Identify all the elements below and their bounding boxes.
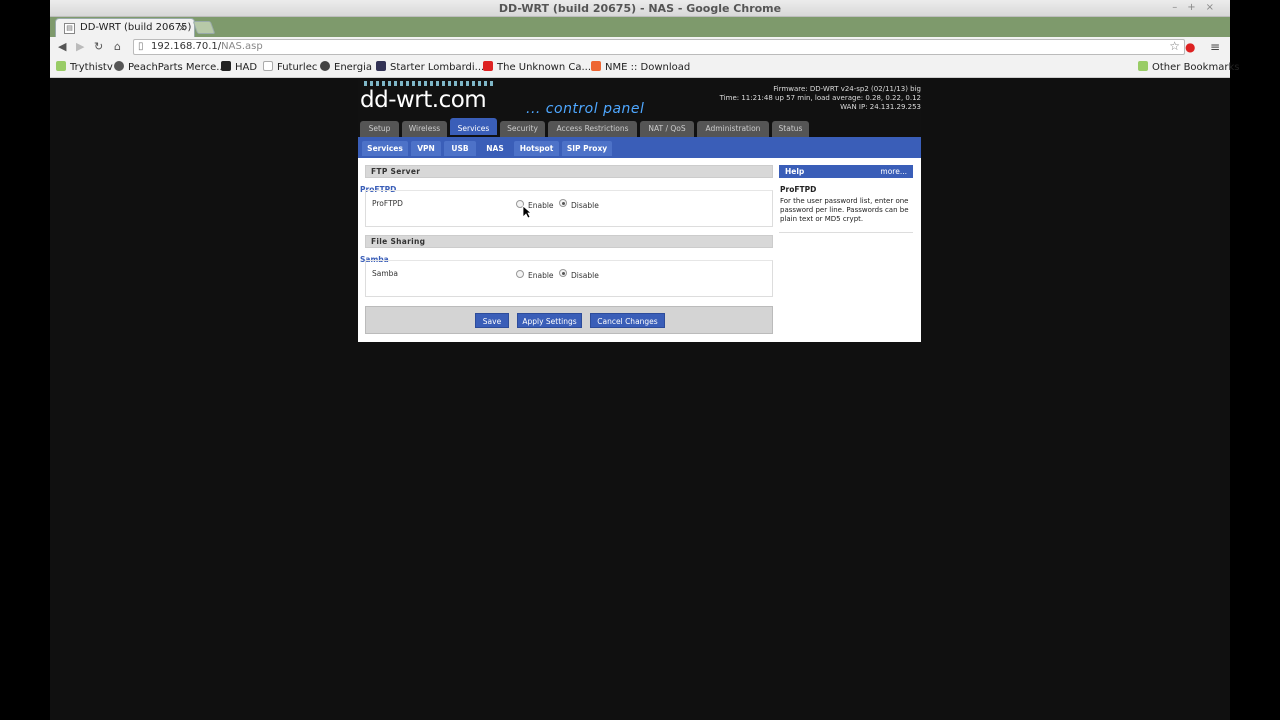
tab-wireless[interactable]: Wireless [402, 121, 447, 137]
router-info: Firmware: DD-WRT v24-sp2 (02/11/13) big … [720, 85, 921, 112]
cancel-changes-button[interactable]: Cancel Changes [590, 313, 665, 328]
ddwrt-logo: dd-wrt.com [360, 81, 496, 113]
sub-tabs: Services VPN USB NAS Hotspot SIP Proxy [358, 137, 921, 158]
back-icon[interactable]: ◀ [58, 40, 66, 53]
peach-icon [114, 61, 124, 71]
tab-security[interactable]: Security [500, 121, 545, 137]
forward-icon[interactable]: ▶ [76, 40, 84, 53]
starter-icon [376, 61, 386, 71]
tab-access-restrictions[interactable]: Access Restrictions [548, 121, 637, 137]
section-header: File Sharing [365, 235, 773, 248]
menu-icon[interactable]: ≡ [1210, 40, 1220, 54]
radio-label: Enable [528, 271, 554, 280]
proftpd-disable-radio[interactable] [559, 199, 567, 207]
bookmark-star-icon[interactable]: ☆ [1169, 39, 1180, 53]
tab-status[interactable]: Status [772, 121, 809, 137]
help-topic: ProFTPD [780, 185, 817, 194]
help-text: For the user password list, enter one pa… [780, 197, 909, 223]
subtab-usb[interactable]: USB [444, 141, 476, 156]
ddwrt-panel: dd-wrt.com ... control panel Firmware: D… [358, 79, 921, 342]
button-bar: Save Apply Settings Cancel Changes [365, 306, 773, 334]
page-icon: ▯ [138, 41, 144, 52]
folder-icon [56, 61, 66, 71]
reload-icon[interactable]: ↻ [94, 40, 103, 53]
bookmark-item[interactable]: Trythistv [56, 61, 113, 73]
close-tab-icon[interactable]: × [178, 21, 187, 34]
page-icon: ▤ [64, 23, 75, 34]
other-bookmarks[interactable]: Other Bookmarks [1138, 61, 1239, 73]
window-controls[interactable]: –+× [1172, 2, 1224, 13]
divider [779, 232, 913, 233]
subtab-services[interactable]: Services [362, 141, 408, 156]
samba-label: Samba [372, 269, 399, 278]
browser-window: DD-WRT (build 20675) - NAS - Google Chro… [50, 0, 1239, 720]
ddwrt-header: dd-wrt.com ... control panel Firmware: D… [358, 79, 921, 137]
tab-administration[interactable]: Administration [697, 121, 769, 137]
bookmark-item[interactable]: HAD [221, 61, 257, 73]
home-icon[interactable]: ⌂ [114, 40, 121, 53]
radio-label: Disable [571, 201, 599, 210]
bookmark-item[interactable]: Futurlec [263, 61, 317, 73]
window-title: DD-WRT (build 20675) - NAS - Google Chro… [498, 2, 782, 15]
url-host: 192.168.70.1/ [151, 41, 222, 52]
new-tab-button[interactable] [192, 21, 216, 34]
content-area: FTP Server ProFTPD ProFTPD Enable Disabl… [358, 158, 921, 342]
window-titlebar: DD-WRT (build 20675) - NAS - Google Chro… [50, 0, 1230, 17]
samba-disable-radio[interactable] [559, 269, 567, 277]
subtab-sip-proxy[interactable]: SIP Proxy [562, 141, 612, 156]
bookmark-item[interactable]: Starter Lombardi... [376, 61, 484, 73]
tab-strip: ▤ DD-WRT (build 20675) × [50, 17, 1230, 37]
wan-ip-text: WAN IP: 24.131.29.253 [840, 103, 921, 111]
browser-tab[interactable]: ▤ DD-WRT (build 20675) × [55, 18, 195, 37]
browser-toolbar: ◀ ▶ ↻ ⌂ ▯ 192.168.70.1/NAS.asp ☆ ● ≡ [50, 37, 1230, 57]
bookmark-item[interactable]: The Unknown Ca... [483, 61, 591, 73]
tab-setup[interactable]: Setup [360, 121, 399, 137]
bookmark-item[interactable]: NME :: Download [591, 61, 690, 73]
tab-services[interactable]: Services [450, 118, 497, 135]
youtube-icon [483, 61, 493, 71]
samba-fieldset: Samba Enable Disable [365, 260, 773, 297]
firmware-text: Firmware: DD-WRT v24-sp2 (02/11/13) big [773, 85, 921, 93]
page-viewport: dd-wrt.com ... control panel Firmware: D… [50, 79, 1230, 720]
page-icon [263, 61, 273, 71]
help-header: Help more... [779, 165, 913, 178]
tab-title: DD-WRT (build 20675) [80, 22, 192, 33]
subtab-vpn[interactable]: VPN [411, 141, 441, 156]
section-header: FTP Server [365, 165, 773, 178]
bookmarks-bar: Trythistv PeachParts Merce... HAD Futurl… [50, 57, 1239, 78]
had-icon [221, 61, 231, 71]
energia-icon [320, 61, 330, 71]
extension-icon[interactable]: ● [1185, 40, 1195, 54]
mouse-cursor-icon [522, 205, 532, 219]
samba-enable-radio[interactable] [516, 270, 524, 278]
bookmark-item[interactable]: PeachParts Merce... [114, 61, 226, 73]
tab-nat-qos[interactable]: NAT / QoS [640, 121, 694, 137]
folder-icon [1138, 61, 1148, 71]
url-path: NAS.asp [221, 41, 263, 52]
subtab-nas[interactable]: NAS [479, 141, 511, 156]
control-panel-title: ... control panel [526, 101, 645, 117]
apply-settings-button[interactable]: Apply Settings [517, 313, 582, 328]
proftpd-label: ProFTPD [372, 199, 403, 208]
proftpd-fieldset: ProFTPD Enable Disable [365, 190, 773, 227]
bookmark-item[interactable]: Energia [320, 61, 372, 73]
uptime-text: Time: 11:21:48 up 57 min, load average: … [719, 94, 921, 102]
save-button[interactable]: Save [475, 313, 509, 328]
address-bar[interactable]: ▯ 192.168.70.1/NAS.asp ☆ [133, 39, 1185, 55]
help-more-link[interactable]: more... [880, 165, 907, 178]
nme-icon [591, 61, 601, 71]
subtab-hotspot[interactable]: Hotspot [514, 141, 559, 156]
radio-label: Disable [571, 271, 599, 280]
